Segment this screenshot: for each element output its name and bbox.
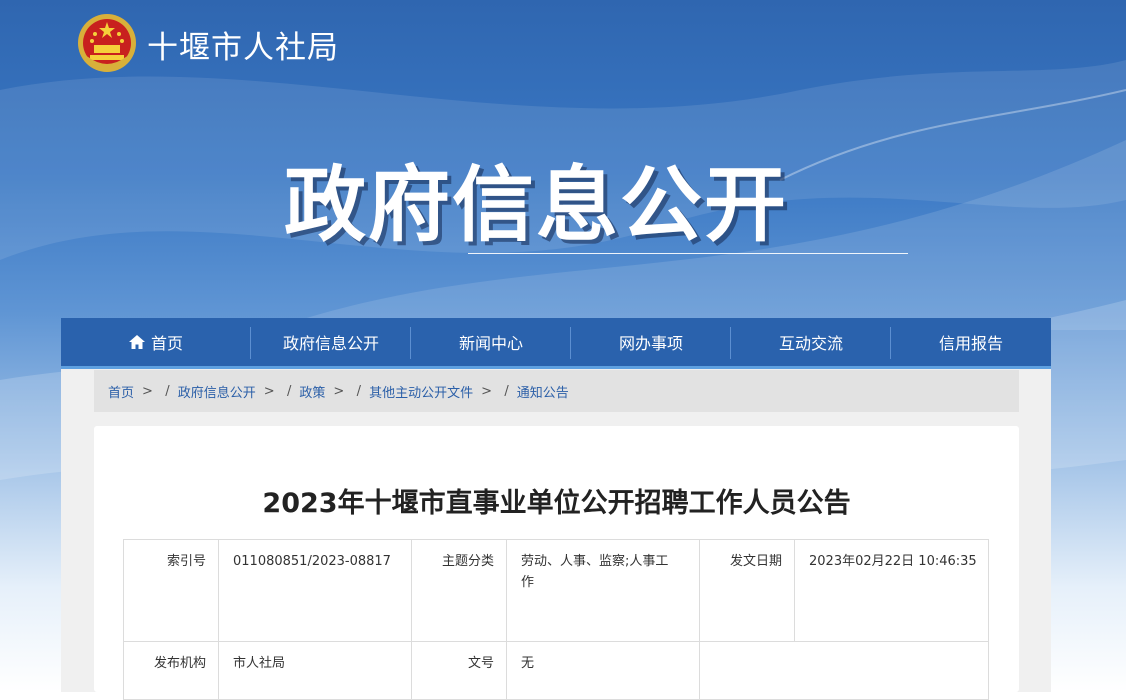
nav-item-label: 网办事项 bbox=[618, 334, 683, 353]
breadcrumb-gov-info[interactable]: 政府信息公开 bbox=[178, 382, 256, 401]
nav-item-label: 政府信息公开 bbox=[282, 334, 379, 353]
national-emblem-icon bbox=[78, 14, 136, 72]
meta-issuer-label: 发布机构 bbox=[123, 641, 219, 700]
nav-item-home[interactable]: 首页 bbox=[61, 318, 251, 366]
breadcrumb-separator: > / bbox=[481, 383, 509, 399]
title-underline bbox=[468, 253, 908, 254]
nav-item-interaction[interactable]: 互动交流 bbox=[731, 318, 891, 366]
meta-index-value: 011080851/2023-08817 bbox=[218, 539, 412, 642]
meta-topic-value: 劳动、人事、监察;人事工 作 bbox=[506, 539, 700, 642]
main-nav: 首页 政府信息公开 新闻中心 网办事项 互动交流 信用报告 bbox=[61, 318, 1051, 369]
breadcrumb-policy[interactable]: 政策 bbox=[299, 382, 325, 401]
breadcrumb: 首页 > / 政府信息公开 > / 政策 > / 其他主动公开文件 > / 通知… bbox=[94, 370, 1019, 412]
nav-item-credit-report[interactable]: 信用报告 bbox=[891, 318, 1051, 366]
home-icon bbox=[128, 335, 145, 349]
meta-index-label: 索引号 bbox=[123, 539, 219, 642]
breadcrumb-separator: > / bbox=[263, 383, 292, 399]
meta-docno-label: 文号 bbox=[411, 641, 507, 700]
nav-item-news[interactable]: 新闻中心 bbox=[411, 318, 571, 366]
article-meta-table: 索引号 011080851/2023-08817 主题分类 劳动、人事、监察;人… bbox=[123, 539, 989, 700]
breadcrumb-notices[interactable]: 通知公告 bbox=[517, 382, 569, 401]
nav-item-label: 首页 bbox=[150, 334, 183, 353]
article-card: 2023年十堰市直事业单位公开招聘工作人员公告 索引号 011080851/20… bbox=[94, 426, 1019, 700]
site-name[interactable]: 十堰市人社局 bbox=[147, 22, 339, 67]
breadcrumb-separator: > / bbox=[333, 383, 362, 399]
meta-docno-value: 无 bbox=[506, 641, 700, 700]
nav-item-label: 信用报告 bbox=[938, 334, 1003, 353]
nav-item-label: 新闻中心 bbox=[458, 334, 523, 353]
nav-item-label: 互动交流 bbox=[778, 334, 843, 353]
meta-date-value: 2023年02月22日 10:46:35 bbox=[794, 539, 989, 642]
article-title: 2023年十堰市直事业单位公开招聘工作人员公告 bbox=[262, 488, 851, 519]
breadcrumb-other-files[interactable]: 其他主动公开文件 bbox=[369, 382, 473, 401]
meta-topic-label: 主题分类 bbox=[411, 539, 507, 642]
meta-empty-cell bbox=[699, 641, 989, 700]
breadcrumb-separator: > / bbox=[142, 383, 170, 399]
section-title: 政府信息公开 bbox=[284, 158, 789, 253]
meta-issuer-value: 市人社局 bbox=[218, 641, 412, 700]
nav-item-online-services[interactable]: 网办事项 bbox=[571, 318, 731, 366]
meta-date-label: 发文日期 bbox=[699, 539, 795, 642]
breadcrumb-home[interactable]: 首页 bbox=[108, 382, 134, 401]
main-container: 首页 政府信息公开 新闻中心 网办事项 互动交流 信用报告 首页 > / 政府信… bbox=[61, 318, 1051, 700]
nav-item-gov-info[interactable]: 政府信息公开 bbox=[251, 318, 411, 366]
